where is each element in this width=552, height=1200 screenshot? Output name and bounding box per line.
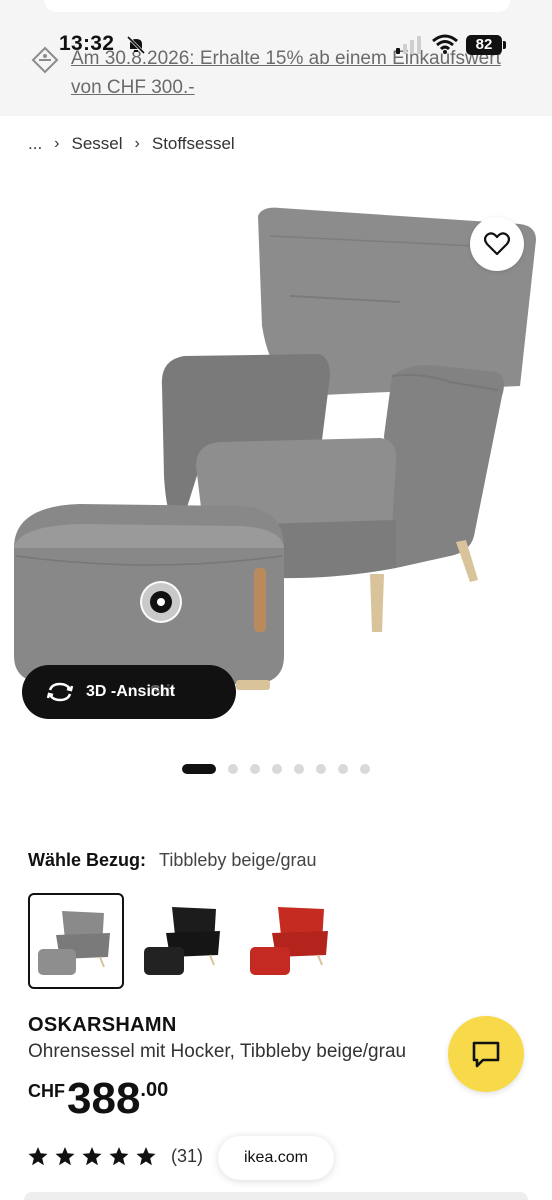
breadcrumb-item-sessel[interactable]: Sessel: [72, 134, 123, 154]
carousel-dot[interactable]: [182, 764, 216, 774]
variant-selector-label: Wähle Bezug: Tibbleby beige/grau: [28, 850, 316, 871]
price-currency: CHF: [28, 1081, 65, 1101]
breadcrumb-ellipsis[interactable]: ...: [28, 134, 42, 154]
chat-button[interactable]: [448, 1016, 524, 1092]
product-hotspot[interactable]: [140, 581, 182, 623]
product-price: CHF 388 .00: [28, 1074, 168, 1124]
price-main: 388: [67, 1074, 141, 1123]
chevron-right-icon: ›: [54, 135, 60, 152]
variant-swatch-grau[interactable]: [28, 893, 124, 989]
swatch-image: [38, 911, 110, 975]
variant-value: Tibbleby beige/grau: [159, 850, 317, 870]
star-icon: [28, 1147, 48, 1166]
promo-banner[interactable]: Am 30.8.2026: Erhalte 15% ab einem Einka…: [0, 0, 552, 116]
review-count[interactable]: (31): [171, 1146, 203, 1167]
tag-icon: [31, 46, 59, 74]
chat-icon: [472, 1041, 500, 1068]
browser-url-pill[interactable]: ikea.com: [218, 1136, 334, 1180]
carousel-dot[interactable]: [272, 764, 282, 774]
bottom-sheet-edge: [24, 1192, 528, 1200]
carousel-dot[interactable]: [228, 764, 238, 774]
favorite-button[interactable]: [470, 217, 524, 271]
signal-icon: [396, 36, 421, 54]
top-handle: [44, 0, 510, 12]
carousel-dot[interactable]: [338, 764, 348, 774]
product-description: Ohrensessel mit Hocker, Tibbleby beige/g…: [28, 1041, 407, 1062]
star-icon: [82, 1147, 102, 1166]
price-decimals: .00: [140, 1079, 169, 1101]
swatch-image: [250, 907, 328, 975]
rating-stars[interactable]: (31): [28, 1146, 203, 1167]
swatch-image: [144, 907, 220, 975]
battery-tip: [503, 41, 506, 49]
chevron-right-icon: ›: [134, 135, 140, 152]
star-icon: [109, 1147, 129, 1166]
carousel-dot[interactable]: [250, 764, 260, 774]
heart-icon: [484, 232, 510, 256]
breadcrumb: ... › Sessel › Stoffsessel: [28, 134, 235, 154]
variant-swatch-rot[interactable]: [244, 893, 340, 989]
star-icon: [136, 1147, 156, 1166]
carousel-dot[interactable]: [294, 764, 304, 774]
carousel-dots[interactable]: [182, 764, 382, 774]
star-icon: [55, 1147, 75, 1166]
view-3d-button[interactable]: 3D -Ansicht: [22, 665, 236, 719]
bell-muted-icon: [126, 35, 146, 55]
carousel-dot[interactable]: [316, 764, 326, 774]
variant-swatch-schwarz[interactable]: [136, 893, 232, 989]
breadcrumb-item-stoffsessel[interactable]: Stoffsessel: [152, 134, 235, 154]
status-time: 13:32: [59, 32, 115, 55]
product-name: OSKARSHAMN: [28, 1014, 177, 1036]
battery-indicator: 82: [466, 35, 502, 55]
hotspot-dot: [150, 591, 172, 613]
variant-label: Wähle Bezug:: [28, 850, 147, 870]
rotate-3d-icon: [46, 682, 74, 702]
view-style-ghost-label: Stil: [150, 683, 175, 700]
wifi-icon: [432, 34, 458, 54]
carousel-dot[interactable]: [360, 764, 370, 774]
